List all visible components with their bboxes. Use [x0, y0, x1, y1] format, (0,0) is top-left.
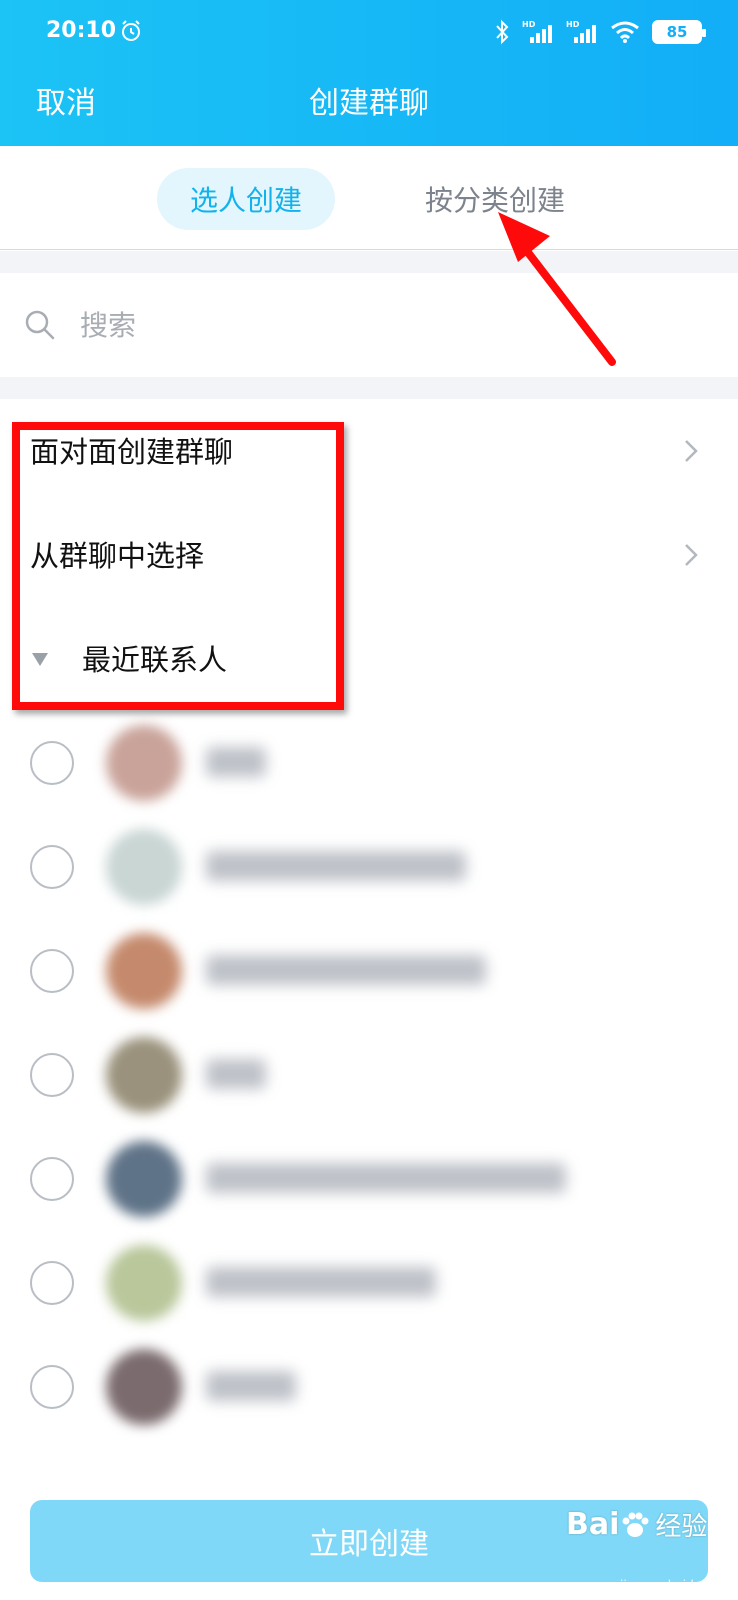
contact-row[interactable]	[0, 711, 738, 815]
paw-icon	[622, 1512, 649, 1537]
contact-name-blurred	[206, 1163, 566, 1193]
contact-name-blurred	[206, 851, 466, 881]
search-input[interactable]	[80, 301, 680, 349]
contact-name-blurred	[206, 747, 266, 777]
bluetooth-icon	[496, 19, 509, 45]
signal-icon-2: HD	[566, 20, 596, 43]
app-header: 20:10 HD HD 85 取消 创建群聊	[0, 0, 738, 146]
tab-by-category[interactable]: 按分类创建	[400, 168, 590, 230]
contact-row[interactable]	[0, 919, 738, 1023]
contact-row[interactable]	[0, 1231, 738, 1335]
signal-icon: HD	[522, 20, 552, 43]
status-time: 20:10	[46, 18, 117, 43]
svg-text:HD: HD	[522, 20, 536, 29]
select-radio[interactable]	[30, 949, 74, 993]
watermark-url: jingyan.baidu.com	[620, 1578, 731, 1592]
contact-row[interactable]	[0, 1023, 738, 1127]
select-radio[interactable]	[30, 1157, 74, 1201]
avatar	[106, 725, 182, 801]
chevron-right-icon	[685, 440, 698, 462]
svg-text:HD: HD	[566, 20, 580, 29]
contact-row[interactable]	[0, 815, 738, 919]
option-label: 面对面创建群聊	[30, 435, 234, 469]
contact-name-blurred	[206, 1267, 436, 1297]
select-radio[interactable]	[30, 845, 74, 889]
avatar	[106, 829, 182, 905]
page-title: 创建群聊	[309, 86, 429, 121]
watermark-brand-tail: 经验	[655, 1512, 708, 1542]
watermark-logo: Bai 经验	[566, 1506, 707, 1543]
search-bar[interactable]	[0, 273, 738, 377]
avatar	[106, 1349, 182, 1425]
status-icons: HD HD 85	[494, 18, 706, 46]
contact-name-blurred	[206, 1059, 266, 1089]
tab-bar: 选人创建 按分类创建	[0, 146, 738, 250]
alarm-icon	[122, 20, 140, 41]
select-from-group-item[interactable]: 从群聊中选择	[0, 503, 738, 607]
watermark-brand: Bai	[566, 1507, 620, 1542]
collapse-triangle-icon	[32, 653, 48, 666]
contact-row[interactable]	[0, 1127, 738, 1231]
option-label: 从群聊中选择	[30, 539, 205, 573]
chevron-right-icon	[685, 544, 698, 566]
face-to-face-create-item[interactable]: 面对面创建群聊	[0, 399, 738, 503]
select-radio[interactable]	[30, 1261, 74, 1305]
divider	[0, 377, 738, 399]
avatar	[106, 1037, 182, 1113]
contact-name-blurred	[206, 1371, 296, 1401]
divider	[0, 251, 738, 273]
status-bar: 20:10 HD HD 85	[0, 0, 738, 64]
select-radio[interactable]	[30, 1365, 74, 1409]
recent-contacts-label: 最近联系人	[82, 643, 228, 677]
tab-select-people[interactable]: 选人创建	[157, 168, 335, 230]
contact-name-blurred	[206, 955, 486, 985]
wifi-icon	[611, 21, 639, 43]
recent-contacts-header[interactable]: 最近联系人	[0, 607, 738, 711]
contact-row[interactable]	[0, 1335, 738, 1439]
search-icon	[25, 310, 55, 340]
select-radio[interactable]	[30, 741, 74, 785]
avatar	[106, 1141, 182, 1217]
avatar	[106, 1245, 182, 1321]
battery-indicator: 85	[652, 20, 706, 44]
avatar	[106, 933, 182, 1009]
select-radio[interactable]	[30, 1053, 74, 1097]
